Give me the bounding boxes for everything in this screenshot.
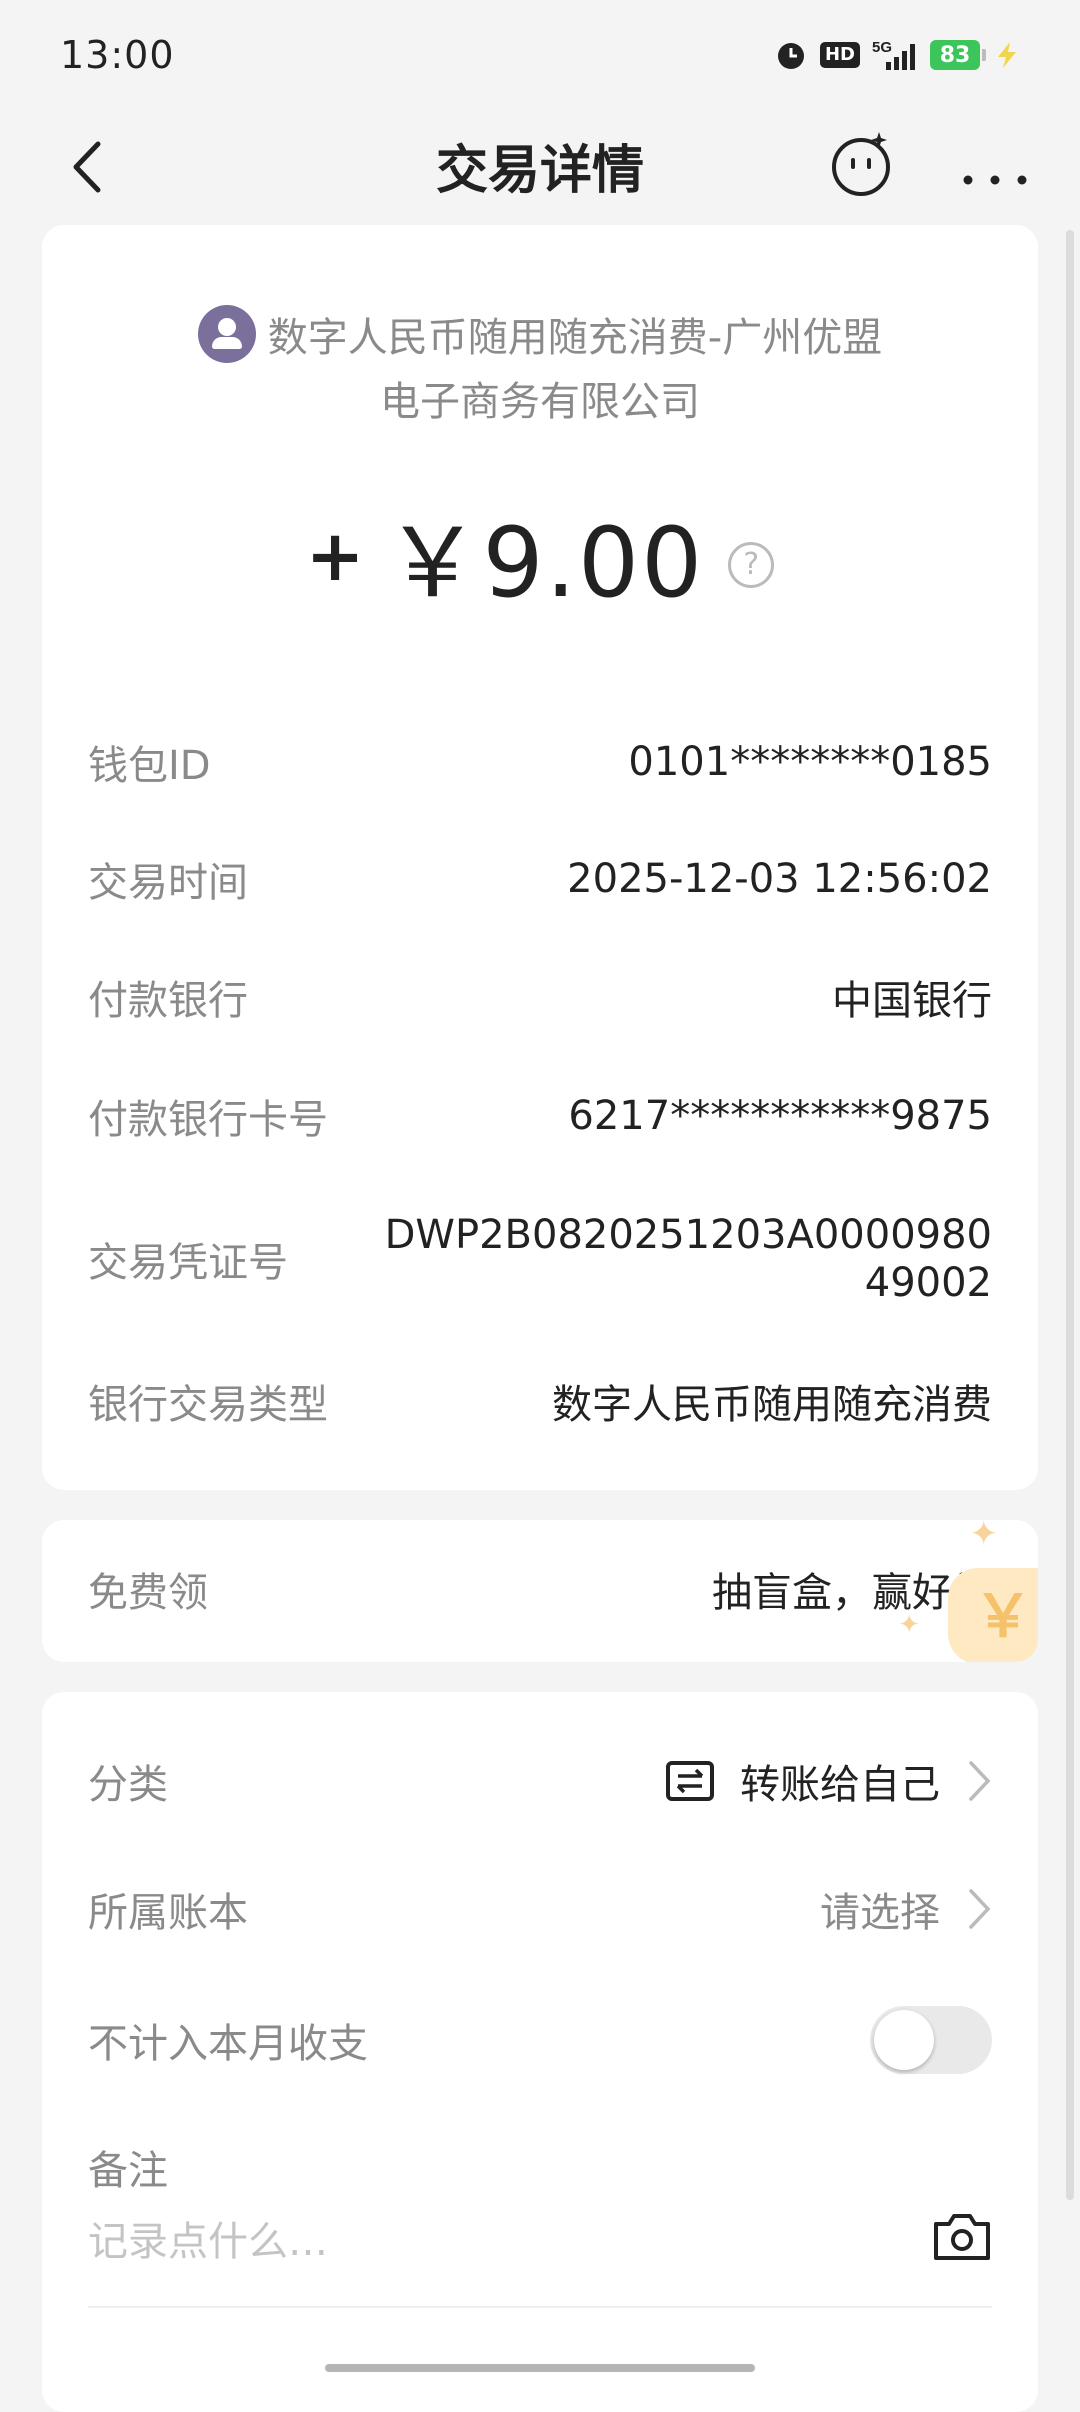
detail-row-card-number: 付款银行卡号 6217***********9875 xyxy=(88,1087,992,1145)
assistant-button[interactable] xyxy=(830,128,894,198)
smiley-robot-icon xyxy=(832,132,890,196)
hd-icon: HD xyxy=(819,42,860,68)
yuan-coin-icon: ￥ xyxy=(948,1568,1038,1662)
scrollbar[interactable] xyxy=(1066,230,1074,2200)
ledger-row[interactable]: 所属账本 请选择 xyxy=(88,1880,992,1938)
detail-label: 交易凭证号 xyxy=(88,1240,288,1286)
exclude-row: 不计入本月收支 xyxy=(88,2006,992,2074)
home-indicator[interactable] xyxy=(325,2364,755,2372)
detail-label: 银行交易类型 xyxy=(88,1382,328,1428)
transfer-icon xyxy=(666,1761,714,1801)
exclude-label: 不计入本月收支 xyxy=(88,2021,368,2067)
detail-row-voucher-number: 交易凭证号 DWP2B0820251203A000098049002 xyxy=(88,1211,992,1307)
detail-row-payment-bank: 付款银行 中国银行 xyxy=(88,968,992,1026)
detail-value: 数字人民币随用随充消费 xyxy=(552,1382,992,1428)
category-label: 分类 xyxy=(88,1762,168,1808)
note-row: 备注 xyxy=(88,2138,992,2196)
note-divider xyxy=(88,2306,992,2308)
battery-icon: 83 xyxy=(930,40,986,70)
detail-label: 付款银行卡号 xyxy=(88,1097,328,1143)
svg-text:5G: 5G xyxy=(872,39,892,56)
sparkle-icon: ✦ xyxy=(969,1520,999,1554)
help-icon[interactable]: ? xyxy=(728,542,775,588)
merchant-name: 数字人民币随用随充消费-广州优盟 电子商务有限公司 xyxy=(42,305,1038,434)
detail-row-bank-trade-type: 银行交易类型 数字人民币随用随充消费 xyxy=(88,1372,992,1430)
nav-bar: 交易详情 xyxy=(0,110,1080,240)
chevron-right-icon xyxy=(969,1889,991,1929)
detail-value: 6217***********9875 xyxy=(568,1093,992,1139)
category-row[interactable]: 分类 转账给自己 xyxy=(88,1752,992,1810)
merchant-name-line1: 数字人民币随用随充消费-广州优盟 xyxy=(267,315,883,361)
bookkeeping-card: 分类 转账给自己 所属账本 请选择 不计入本月收支 备注 xyxy=(42,1692,1038,2412)
promo-label: 免费领 xyxy=(88,1570,208,1616)
transaction-card: 数字人民币随用随充消费-广州优盟 电子商务有限公司 + ￥9.00? 钱包ID 0… xyxy=(42,225,1038,1490)
signal-5g-icon: 5G xyxy=(872,38,918,72)
status-time: 13:00 xyxy=(60,33,175,77)
detail-label: 付款银行 xyxy=(88,978,248,1024)
note-label: 备注 xyxy=(88,2148,168,2194)
chevron-right-icon xyxy=(969,1761,991,1801)
page-title: 交易详情 xyxy=(435,141,644,201)
detail-row-trade-time: 交易时间 2025-12-03 12:56:02 xyxy=(88,850,992,908)
category-value: 转账给自己 xyxy=(740,1762,940,1808)
detail-value: 中国银行 xyxy=(832,978,992,1024)
detail-label: 钱包ID xyxy=(88,743,211,789)
detail-value: 0101********0185 xyxy=(628,739,992,785)
note-input[interactable] xyxy=(88,2212,948,2272)
alarm-icon xyxy=(774,38,808,72)
merchant-avatar-icon xyxy=(197,305,256,363)
detail-row-wallet-id: 钱包ID 0101********0185 xyxy=(88,733,992,791)
ledger-value: 请选择 xyxy=(820,1890,940,1936)
exclude-toggle[interactable] xyxy=(870,2006,992,2074)
camera-icon[interactable] xyxy=(932,2210,992,2262)
detail-value: 2025-12-03 12:56:02 xyxy=(567,856,992,902)
merchant-name-line2: 电子商务有限公司 xyxy=(380,379,700,425)
ledger-label: 所属账本 xyxy=(88,1890,248,1936)
status-bar: 13:00 HD 5G 83 xyxy=(0,0,1080,110)
charging-icon xyxy=(992,40,1022,70)
sparkle-icon: ✦ xyxy=(898,1610,920,1640)
detail-value: DWP2B0820251203A000098049002 xyxy=(384,1212,992,1306)
amount: + ￥9.00? xyxy=(42,485,1038,624)
amount-sign: + xyxy=(305,515,367,597)
status-icons: HD 5G 83 xyxy=(774,38,1022,72)
promo-card[interactable]: 免费领 抽盲盒，赢好礼 ✦ ✦ ￥ xyxy=(42,1520,1038,1662)
more-dots-icon xyxy=(963,175,1027,185)
amount-value: ￥9.00 xyxy=(384,507,705,619)
more-button[interactable] xyxy=(960,132,1030,192)
detail-label: 交易时间 xyxy=(88,860,248,906)
